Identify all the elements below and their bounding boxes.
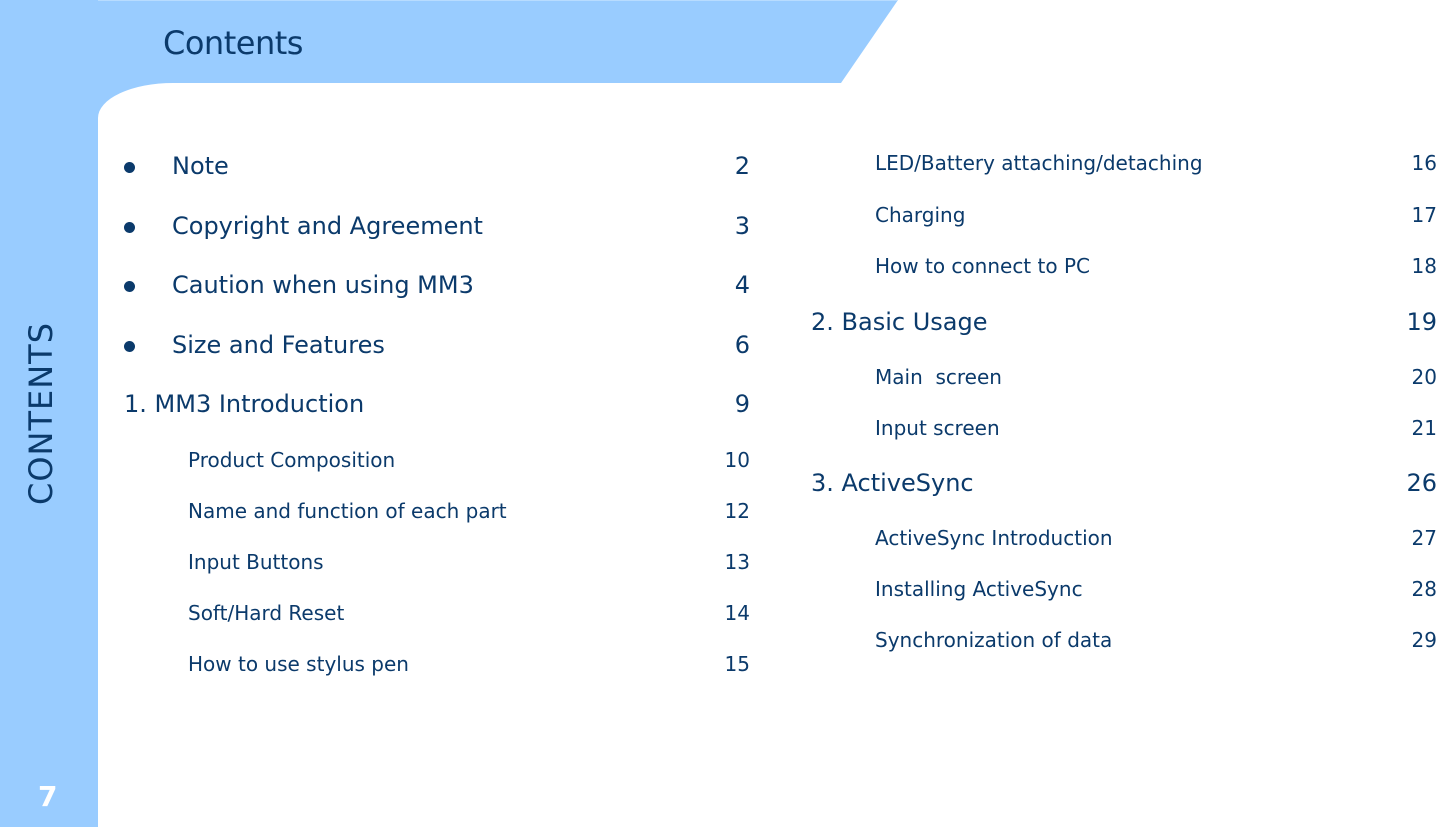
toc-entry-page: 4 <box>734 271 750 299</box>
toc-section-label: 3. ActiveSync <box>811 469 974 497</box>
toc-entry-label: Copyright and Agreement <box>172 212 483 240</box>
toc-section-page: 26 <box>1406 469 1437 497</box>
toc-entry[interactable]: Product Composition 10 <box>188 448 750 472</box>
toc-entry-page: 27 <box>1411 526 1437 550</box>
toc-section-label: 2. Basic Usage <box>811 308 988 336</box>
toc-entry-label: Note <box>172 152 229 180</box>
toc-entry-page: 28 <box>1411 577 1437 601</box>
toc-entry-label: Input Buttons <box>188 550 324 574</box>
toc-section-label: 1. MM3 Introduction <box>124 390 365 418</box>
toc-entry-page: 21 <box>1411 416 1437 440</box>
toc-entry-label: Soft/Hard Reset <box>188 601 345 625</box>
toc-entry[interactable]: How to use stylus pen 15 <box>188 652 750 676</box>
toc-entry-page: 29 <box>1411 628 1437 652</box>
toc-entry-label: Product Composition <box>188 448 396 472</box>
toc-section-page: 19 <box>1406 308 1437 336</box>
toc-entry[interactable]: LED/Battery attaching/detaching 16 <box>875 151 1437 175</box>
toc-section[interactable]: 2. Basic Usage 19 <box>811 308 1437 336</box>
toc-entry[interactable]: Note 2 <box>172 152 750 180</box>
toc-entry-label: How to connect to PC <box>875 254 1090 278</box>
content-corner <box>98 83 298 163</box>
toc-entry[interactable]: ActiveSync Introduction 27 <box>875 526 1437 550</box>
toc-entry[interactable]: Main screen 20 <box>875 365 1437 389</box>
toc-entry-page: 2 <box>734 152 750 180</box>
toc-entry-label: ActiveSync Introduction <box>875 526 1113 550</box>
toc-entry-page: 12 <box>724 499 750 523</box>
sidebar-vertical-label: CONTENTS <box>22 321 60 505</box>
toc-entry[interactable]: Size and Features 6 <box>172 331 750 359</box>
toc-entry-label: Caution when using MM3 <box>172 271 474 299</box>
toc-entry[interactable]: Name and function of each part 12 <box>188 499 750 523</box>
toc-entry-page: 3 <box>734 212 750 240</box>
bullet-icon <box>124 341 135 352</box>
toc-entry-page: 14 <box>724 601 750 625</box>
toc-entry-page: 20 <box>1411 365 1437 389</box>
toc-section[interactable]: 3. ActiveSync 26 <box>811 469 1437 497</box>
toc-entry[interactable]: Soft/Hard Reset 14 <box>188 601 750 625</box>
toc-entry-page: 16 <box>1411 151 1437 175</box>
toc-entry-label: Input screen <box>875 416 1000 440</box>
toc-entry-label: LED/Battery attaching/detaching <box>875 151 1203 175</box>
toc-entry-page: 6 <box>734 331 750 359</box>
toc-entry-label: Installing ActiveSync <box>875 577 1083 601</box>
toc-entry-page: 18 <box>1411 254 1437 278</box>
toc-entry[interactable]: Caution when using MM3 4 <box>172 271 750 299</box>
toc-entry[interactable]: Input Buttons 13 <box>188 550 750 574</box>
page-title: Contents <box>163 24 303 62</box>
toc-entry-label: Main screen <box>875 365 1002 389</box>
bullet-icon <box>124 281 135 292</box>
toc-entry-page: 10 <box>724 448 750 472</box>
toc-entry[interactable]: How to connect to PC 18 <box>875 254 1437 278</box>
toc-entry-page: 17 <box>1411 203 1437 227</box>
toc-entry[interactable]: Installing ActiveSync 28 <box>875 577 1437 601</box>
toc-entry-label: Size and Features <box>172 331 385 359</box>
toc-entry[interactable]: Copyright and Agreement 3 <box>172 212 750 240</box>
toc-entry-page: 13 <box>724 550 750 574</box>
toc-entry-label: How to use stylus pen <box>188 652 409 676</box>
toc-section[interactable]: 1. MM3 Introduction 9 <box>124 390 750 418</box>
toc-section-page: 9 <box>734 390 750 418</box>
toc-entry[interactable]: Synchronization of data 29 <box>875 628 1437 652</box>
page-number: 7 <box>38 780 58 813</box>
toc-entry[interactable]: Charging 17 <box>875 203 1437 227</box>
toc-entry-page: 15 <box>724 652 750 676</box>
toc-entry-label: Synchronization of data <box>875 628 1113 652</box>
bullet-icon <box>124 162 135 173</box>
bullet-icon <box>124 222 135 233</box>
toc-entry[interactable]: Input screen 21 <box>875 416 1437 440</box>
toc-entry-label: Charging <box>875 203 966 227</box>
toc-entry-label: Name and function of each part <box>188 499 507 523</box>
